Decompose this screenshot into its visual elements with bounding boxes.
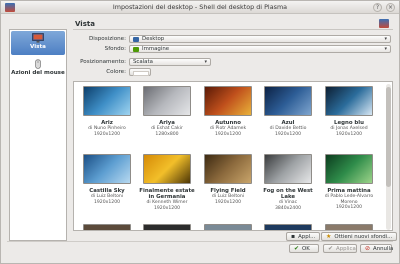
wallpaper-tile[interactable]: Flying Field di Luiz Beltoni 1920x1200 [198,154,258,205]
scrollbar-thumb[interactable] [386,87,391,187]
apply-wallpaper-label: Appl... [298,233,316,240]
wallpaper-grid: Ariz di Nuno Pinheiro 1920x1200 Ariya di Esh… [73,81,393,231]
get-new-wallpapers-label: Ottieni nuovi sfondi... [334,233,393,240]
layout-label: Disposizione: [88,36,126,42]
chevron-down-icon: ▾ [204,59,207,65]
wallpaper-tile[interactable]: Azul di Davide Bettio 1920x1200 [258,86,318,137]
wallpaper-resolution: 1920x1200 [214,199,242,205]
help-icon[interactable]: ? [373,3,382,12]
wallpaper-thumbnail [83,154,131,184]
wallpaper-thumbnail [143,154,191,184]
close-icon[interactable]: × [386,3,395,12]
wallpaper-type-select[interactable]: Immagine ▾ [129,45,391,53]
wallpaper-tile[interactable]: Autunno di Piotr Adamek 1920x1200 [198,86,258,137]
wallpaper-resolution: 1920x1200 [214,131,242,137]
wallpaper-thumbnail-partial[interactable] [143,224,191,230]
settings-window: Impostazioni del desktop - Shell del des… [0,0,400,264]
wallpaper-thumbnail-partial[interactable] [204,224,252,230]
wallpaper-tile[interactable]: Fog on the West Lake di Vinac 3840x2400 [258,154,318,211]
cancel-icon: ⊘ [365,244,371,252]
wallpaper-thumbnail-partial[interactable] [264,224,312,230]
color-label: Colore: [106,69,126,75]
wallpaper-thumbnail [204,86,252,116]
chevron-down-icon: ▾ [384,36,387,42]
wallpaper-tile[interactable]: Prima mattina di Pablo Lede-Alvarro Moren… [319,154,379,211]
wallpaper-thumbnail-partial[interactable] [325,224,373,230]
cancel-button[interactable]: ⊘ Annulla [360,244,394,253]
wallpaper-thumbnail [264,154,312,184]
apply-icon: ▪ [291,232,296,240]
desktop-icon [133,36,139,42]
chevron-down-icon: ▾ [384,46,387,52]
wallpaper-resolution: 1920x1200 [93,131,121,137]
apply-wallpaper-button[interactable]: ▪ Appl... [286,232,321,241]
wallpaper-thumbnail [143,86,191,116]
color-picker-button[interactable] [129,68,151,76]
wallpaper-tile[interactable]: Castilla Sky di Luiz Beltoni 1920x1200 [77,154,137,205]
wallpaper-thumbnail-partial[interactable] [83,224,131,230]
scrollbar[interactable] [386,84,391,230]
apply-label: Applica [336,245,356,252]
wallpaper-thumbnail [264,86,312,116]
wallpaper-tile[interactable]: Ariya di Eshat Cakir 1280x800 [137,86,197,137]
wallpaper-tile[interactable]: Finalmente estate in Germania di Kenneth … [137,154,197,211]
wallpaper-name: Fog on the West Lake [263,188,313,200]
window-title: Impostazioni del desktop - Shell del des… [112,3,288,11]
ok-button[interactable]: ✔ OK [289,244,319,253]
title-bar[interactable]: Impostazioni del desktop - Shell del des… [1,1,399,14]
section-title: Vista [75,20,95,28]
section-divider [73,29,393,30]
position-select-value: Scalata [133,59,153,65]
apply-icon: ✔ [328,244,334,252]
wallpaper-tile[interactable]: Legno blu di Jonas Axelsed 1920x1200 [319,86,379,137]
wallpaper-thumbnail [204,154,252,184]
wallpaper-resolution: 1920x1200 [274,131,302,137]
wallpaper-resolution: 3840x2400 [274,205,302,211]
check-icon: ✔ [294,244,300,252]
cancel-label: Annulla [373,245,394,252]
wallpaper-resolution: 1280x800 [155,131,179,137]
wallpaper-author: di Pablo Lede-Alvarro Moreno [324,194,374,205]
wallpaper-resolution: 1920x1200 [153,205,181,211]
mouse-icon [35,59,41,69]
position-label: Posizionamento: [80,59,126,65]
wallpaper-tile[interactable]: Ariz di Nuno Pinheiro 1920x1200 [77,86,137,137]
wallpaper-type-value: Immagine [142,46,170,52]
wallpaper-thumbnail [325,86,373,116]
wallpaper-name: Finalmente estate in Germania [139,188,195,200]
layout-select-value: Desktop [142,36,165,42]
get-new-wallpapers-button[interactable]: ★ Ottieni nuovi sfondi... [321,232,398,241]
wallpaper-thumbnail [325,154,373,184]
star-icon: ★ [326,232,332,240]
wallpaper-resolution: 1920x1200 [335,131,363,137]
wallpaper-resolution: 1920x1200 [335,205,363,211]
layout-select[interactable]: Desktop ▾ [129,35,391,43]
wallpaper-resolution: 1920x1200 [93,199,121,205]
apply-button[interactable]: ✔ Applica [323,244,357,253]
image-icon [133,46,139,52]
button-row-divider [7,241,393,242]
wallpaper-label: Sfondo: [104,46,126,52]
wallpaper-thumbnail [83,86,131,116]
position-select[interactable]: Scalata ▾ [129,58,211,66]
desktop-icon [32,33,44,43]
ok-label: OK [302,245,310,252]
plasma-section-icon [379,19,389,28]
